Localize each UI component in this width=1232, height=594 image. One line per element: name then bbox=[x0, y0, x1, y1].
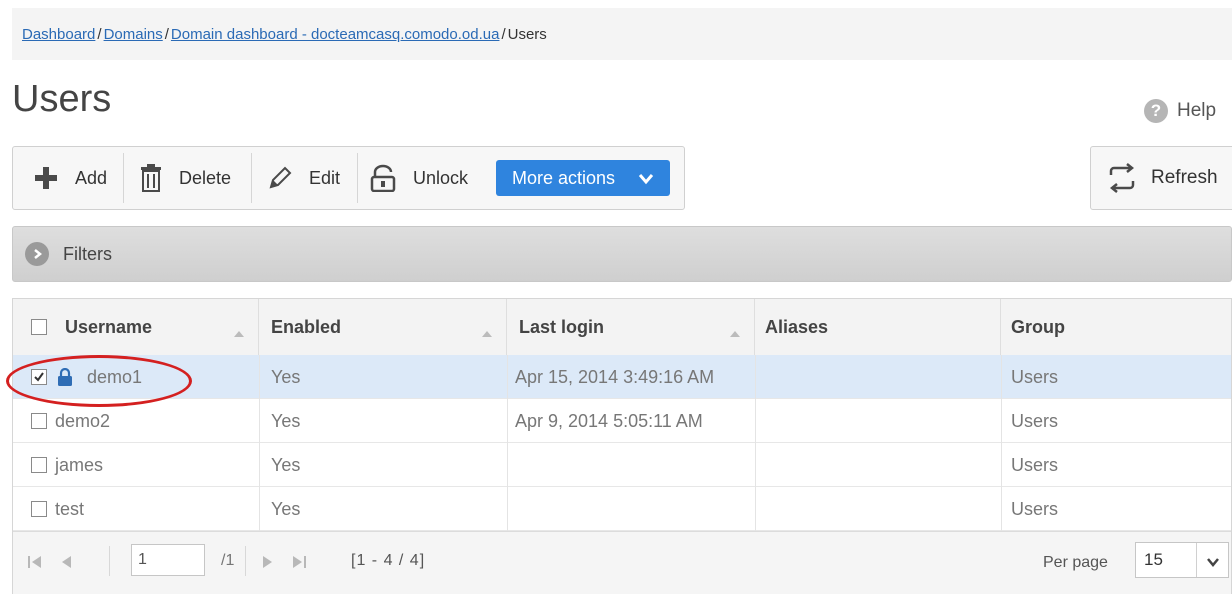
total-pages-label: /1 bbox=[221, 552, 235, 569]
pager-divider bbox=[245, 546, 246, 576]
sort-icon bbox=[730, 321, 740, 342]
delete-button[interactable]: Delete bbox=[139, 147, 231, 209]
help-icon: ? bbox=[1144, 99, 1168, 123]
chevron-down-icon bbox=[1206, 555, 1220, 573]
toolbar-divider bbox=[357, 153, 358, 203]
enabled-cell: Yes bbox=[271, 366, 301, 387]
chevron-right-icon bbox=[25, 242, 49, 266]
last-login-cell: Apr 9, 2014 5:05:11 AM bbox=[515, 410, 703, 431]
row-checkbox[interactable] bbox=[31, 457, 47, 473]
toolbar: Add Delete Edit Unlock More actions bbox=[12, 146, 685, 210]
refresh-icon bbox=[1105, 163, 1151, 193]
breadcrumb: Dashboard / Domains / Domain dashboard - doc… bbox=[12, 8, 1232, 60]
enabled-cell: Yes bbox=[271, 454, 301, 475]
column-header-aliases[interactable]: Aliases bbox=[755, 299, 1001, 355]
column-divider bbox=[259, 355, 260, 531]
column-header-label: Username bbox=[65, 316, 153, 337]
users-table: Username Enabled Last login Aliases Grou… bbox=[12, 298, 1232, 594]
table-row[interactable]: demo2 Yes Apr 9, 2014 5:05:11 AM Users bbox=[13, 399, 1231, 443]
filters-bar[interactable]: Filters bbox=[12, 226, 1232, 282]
username-label: test bbox=[55, 498, 85, 519]
username-cell: test bbox=[31, 487, 84, 531]
column-header-label: Enabled bbox=[271, 316, 342, 337]
toolbar-divider bbox=[251, 153, 252, 203]
enabled-cell: Yes bbox=[271, 410, 301, 431]
select-divider bbox=[1196, 543, 1197, 577]
per-page-label: Per page bbox=[1043, 554, 1108, 571]
column-divider bbox=[507, 355, 508, 531]
highlight-annotation-circle bbox=[6, 355, 192, 407]
record-range-label: [1 - 4 / 4] bbox=[351, 552, 426, 569]
breadcrumb-domain-dashboard-link[interactable]: Domain dashboard - docteamcasq.comodo.od… bbox=[171, 26, 500, 43]
page-number-input[interactable] bbox=[131, 544, 205, 576]
table-row[interactable]: demo1 Yes Apr 15, 2014 3:49:16 AM Users bbox=[13, 355, 1231, 399]
refresh-label: Refresh bbox=[1151, 167, 1218, 188]
table-row[interactable]: james Yes Users bbox=[13, 443, 1231, 487]
breadcrumb-domains-link[interactable]: Domains bbox=[104, 26, 163, 43]
group-cell: Users bbox=[1011, 498, 1059, 519]
column-header-label: Last login bbox=[519, 316, 604, 337]
username-label: james bbox=[55, 454, 104, 475]
delete-label: Delete bbox=[179, 167, 232, 188]
username-cell: james bbox=[31, 443, 103, 487]
sort-icon bbox=[482, 321, 492, 342]
row-checkbox[interactable] bbox=[31, 501, 47, 517]
breadcrumb-dashboard-link[interactable]: Dashboard bbox=[22, 26, 95, 43]
per-page-select[interactable]: 15 bbox=[1135, 542, 1229, 578]
enabled-cell: Yes bbox=[271, 498, 301, 519]
breadcrumb-separator: / bbox=[97, 26, 102, 43]
add-button[interactable]: Add bbox=[33, 147, 107, 209]
help-link[interactable]: ? Help bbox=[1144, 96, 1216, 126]
filters-label: Filters bbox=[63, 243, 112, 264]
refresh-button[interactable]: Refresh bbox=[1090, 146, 1232, 210]
pencil-icon bbox=[267, 165, 301, 191]
pager-divider bbox=[109, 546, 110, 576]
column-divider bbox=[1001, 355, 1002, 531]
page-title: Users bbox=[12, 78, 112, 120]
column-divider bbox=[755, 355, 756, 531]
chevron-down-icon bbox=[638, 170, 654, 191]
previous-page-icon[interactable] bbox=[59, 554, 73, 570]
sort-icon bbox=[234, 321, 244, 342]
unlock-icon bbox=[369, 164, 405, 192]
unlock-button[interactable]: Unlock bbox=[369, 147, 468, 209]
column-header-label: Group bbox=[1011, 316, 1065, 337]
breadcrumb-separator: / bbox=[164, 26, 169, 43]
more-actions-button[interactable]: More actions bbox=[496, 160, 670, 196]
table-row[interactable]: test Yes Users bbox=[13, 487, 1231, 531]
group-cell: Users bbox=[1011, 366, 1059, 387]
group-cell: Users bbox=[1011, 410, 1059, 431]
more-actions-label: More actions bbox=[512, 167, 616, 188]
plus-icon bbox=[33, 165, 67, 191]
per-page-value: 15 bbox=[1144, 550, 1163, 569]
add-label: Add bbox=[75, 167, 108, 188]
breadcrumb-separator: / bbox=[501, 26, 506, 43]
breadcrumb-current: Users bbox=[507, 26, 547, 43]
column-header-last-login[interactable]: Last login bbox=[507, 299, 755, 355]
column-header-enabled[interactable]: Enabled bbox=[259, 299, 507, 355]
group-cell: Users bbox=[1011, 454, 1059, 475]
toolbar-divider bbox=[123, 153, 124, 203]
pagination-bar: /1 [1 - 4 / 4] Per page 15 bbox=[13, 531, 1231, 594]
last-login-cell: Apr 15, 2014 3:49:16 AM bbox=[515, 366, 715, 387]
first-page-icon[interactable] bbox=[27, 554, 43, 570]
column-header-username[interactable]: Username bbox=[13, 299, 259, 355]
help-label: Help bbox=[1177, 100, 1217, 121]
last-page-icon[interactable] bbox=[291, 554, 307, 570]
select-all-checkbox[interactable] bbox=[31, 319, 47, 335]
edit-button[interactable]: Edit bbox=[267, 147, 340, 209]
unlock-label: Unlock bbox=[413, 167, 469, 188]
column-header-group[interactable]: Group bbox=[1001, 299, 1231, 355]
row-checkbox[interactable] bbox=[31, 413, 47, 429]
next-page-icon[interactable] bbox=[261, 554, 275, 570]
username-label: demo2 bbox=[55, 410, 111, 431]
edit-label: Edit bbox=[309, 167, 341, 188]
column-header-label: Aliases bbox=[765, 316, 829, 337]
trash-icon bbox=[139, 164, 171, 192]
